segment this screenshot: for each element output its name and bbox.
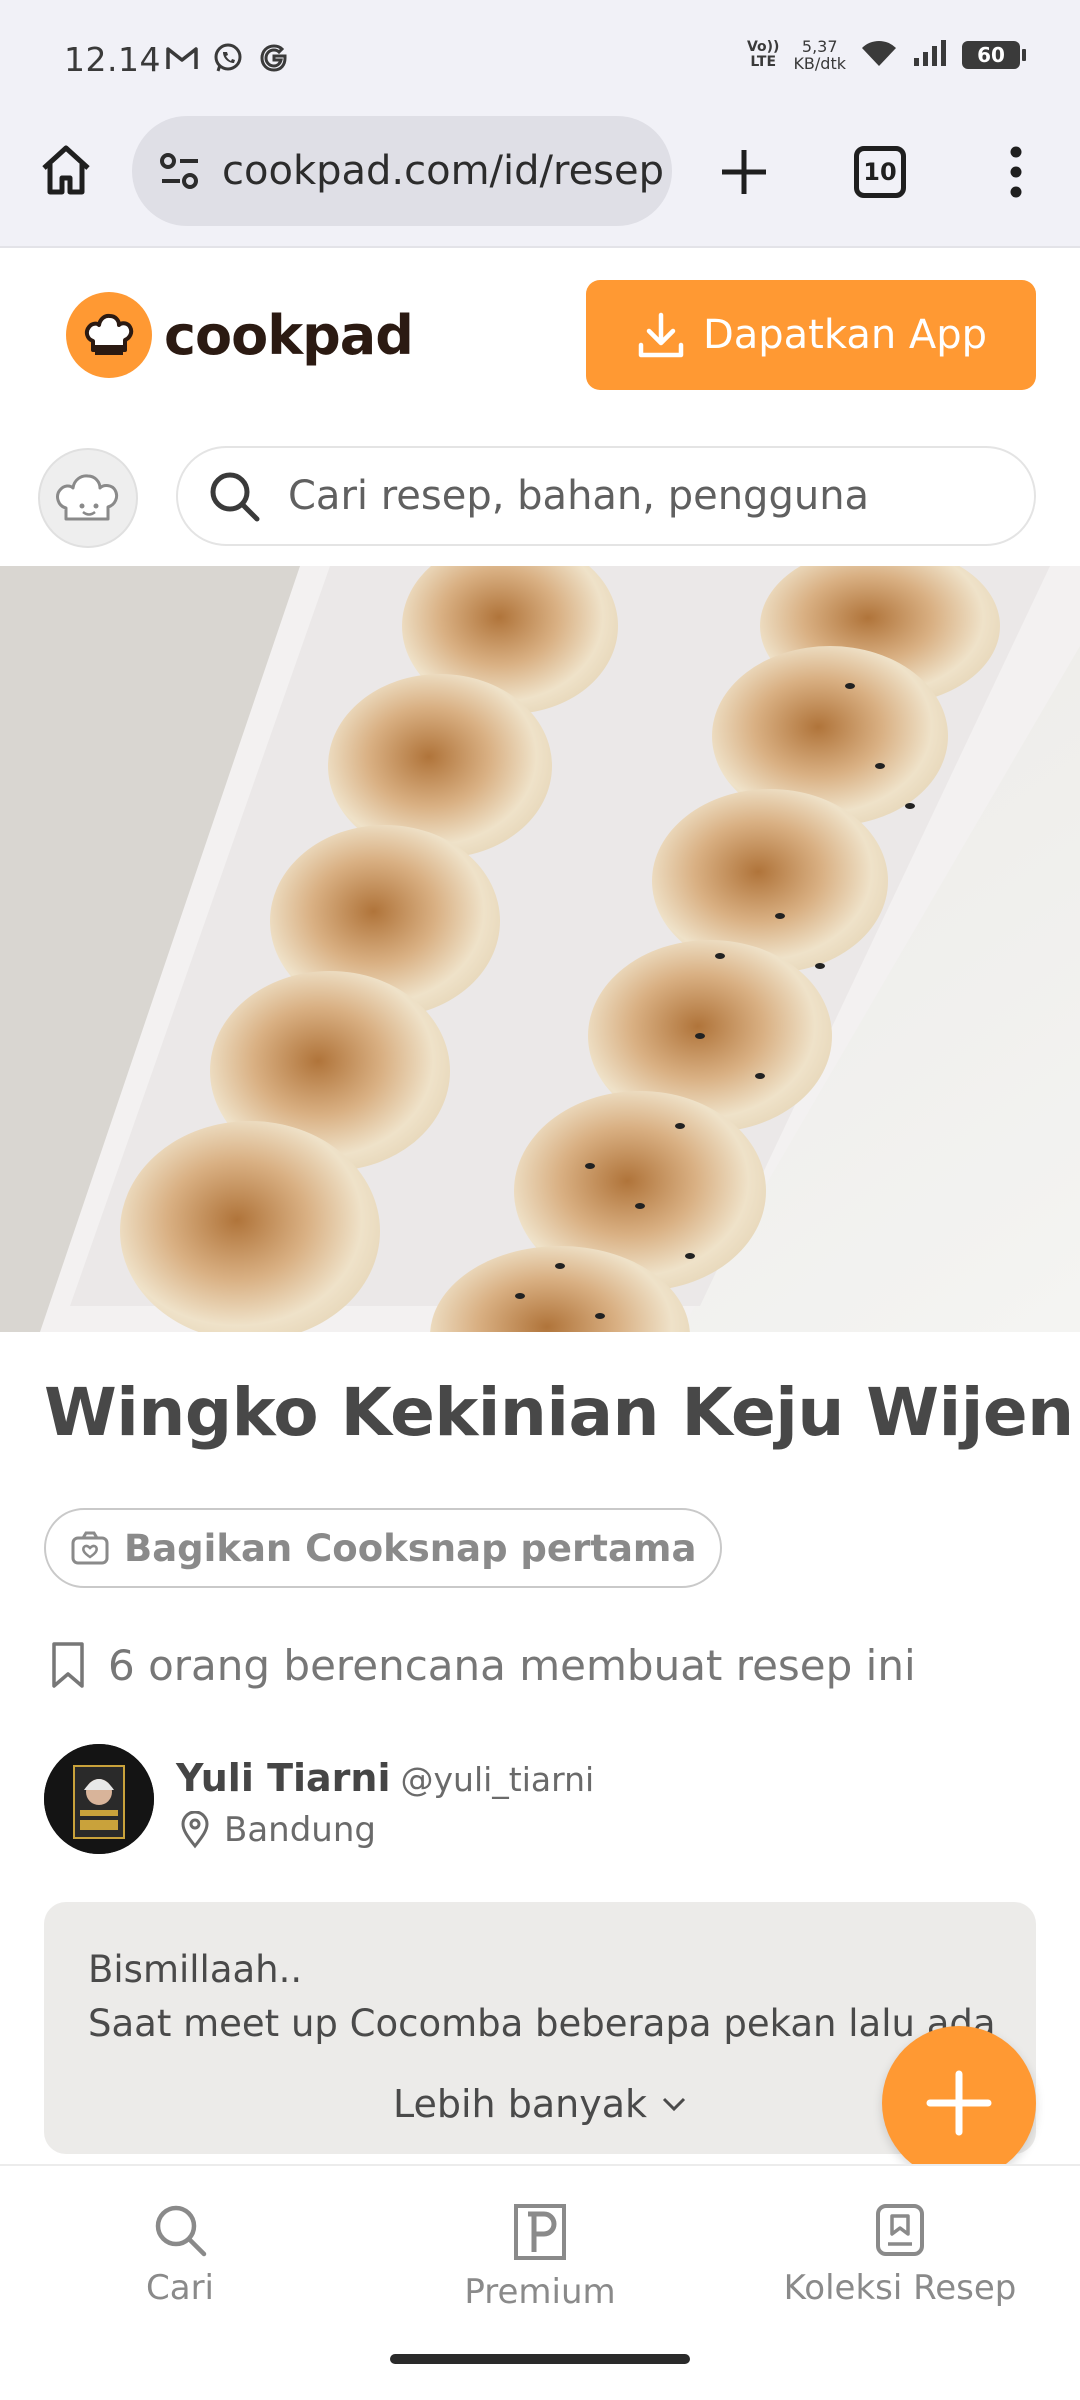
story-line-2: Saat meet up Cocomba beberapa pekan lalu… (88, 2002, 996, 2045)
story-line-1: Bismillaah.. (88, 1948, 303, 1991)
home-icon (42, 145, 90, 195)
whatsapp-icon (210, 40, 246, 76)
chef-avatar-icon (56, 474, 119, 521)
gmail-icon (164, 40, 200, 76)
site-header: cookpad Dapatkan App Cari resep, bahan, … (0, 250, 1080, 570)
volte-line1: Vo)) (746, 39, 780, 55)
user-avatar-button[interactable] (38, 448, 138, 548)
author-avatar[interactable] (44, 1744, 154, 1854)
author-name[interactable]: Yuli Tiarni (176, 1756, 391, 1800)
cooksnap-label: Bagikan Cooksnap pertama (124, 1526, 697, 1570)
chef-hat-icon (66, 292, 152, 378)
nav-item-search[interactable]: Cari (30, 2202, 330, 2308)
recipe-photo[interactable] (0, 566, 1080, 1332)
nav-item-collection[interactable]: Koleksi Resep (750, 2202, 1050, 2308)
collection-icon (876, 2204, 924, 2256)
address-bar[interactable]: cookpad.com/id/resep (132, 116, 672, 226)
camera-heart-icon (71, 1531, 109, 1565)
premium-icon (514, 2204, 566, 2260)
cookpad-logo[interactable]: cookpad (66, 292, 414, 378)
location-pin-icon (181, 1811, 209, 1849)
nav-label-premium: Premium (464, 2272, 616, 2312)
author-handle: @yuli_tiarni (400, 1760, 595, 1799)
system-status: Vo)) LTE 5,37 KB/dtk 60 (747, 38, 1026, 72)
search-placeholder: Cari resep, bahan, pengguna (288, 473, 870, 519)
recipe-search-field[interactable]: Cari resep, bahan, pengguna (176, 446, 1036, 546)
volte-line2: LTE (750, 54, 777, 70)
plus-icon (722, 150, 766, 194)
add-recipe-fab[interactable] (882, 2026, 1036, 2180)
net-speed-unit: KB/dtk (793, 54, 846, 73)
volte-indicator: Vo)) LTE (747, 40, 779, 70)
author-location-text: Bandung (224, 1810, 376, 1850)
net-speed-value: 5,37 (801, 37, 838, 56)
home-button[interactable] (36, 140, 96, 200)
recipe-title: Wingko Kekinian Keju Wijen (44, 1374, 1074, 1451)
tab-switcher-button[interactable]: 10 (854, 146, 906, 198)
plans-text: 6 orang berencana membuat resep ini (108, 1640, 916, 1690)
url-text[interactable]: cookpad.com/id/resep (222, 148, 664, 194)
download-icon (638, 312, 684, 358)
author-location: Bandung (180, 1810, 376, 1850)
more-vert-icon (1010, 146, 1022, 198)
gesture-home-indicator[interactable] (390, 2354, 690, 2364)
new-tab-button[interactable] (712, 140, 776, 204)
status-bar: 12.14 Vo)) LTE 5,37 KB/dtk 60 (0, 0, 1080, 120)
google-icon (256, 40, 292, 76)
bookmark-icon (52, 1642, 84, 1688)
share-cooksnap-button[interactable]: Bagikan Cooksnap pertama (44, 1508, 723, 1588)
get-app-button[interactable]: Dapatkan App (586, 280, 1036, 390)
browser-chrome: 12.14 Vo)) LTE 5,37 KB/dtk 60 cookpad.co… (0, 0, 1080, 248)
chevron-down-icon (662, 2097, 686, 2112)
author-name-line[interactable]: Yuli Tiarni @yuli_tiarni (176, 1756, 594, 1800)
signal-icon (912, 38, 948, 72)
notification-icons (164, 40, 292, 76)
nav-label-search: Cari (146, 2268, 214, 2308)
browser-menu-button[interactable] (996, 140, 1036, 204)
show-more-label: Lebih banyak (393, 2082, 647, 2126)
author-info[interactable]: Yuli Tiarni @yuli_tiarni Bandung (44, 1744, 1034, 1856)
bottom-navigation: Cari Premium Koleksi Resep (0, 2164, 1080, 2400)
status-time: 12.14 (64, 40, 161, 79)
get-app-label: Dapatkan App (702, 312, 988, 358)
nav-item-premium[interactable]: Premium (390, 2202, 690, 2312)
plus-icon (926, 2070, 992, 2136)
plans-count: 6 orang berencana membuat resep ini (48, 1640, 916, 1690)
nav-label-collection: Koleksi Resep (783, 2268, 1017, 2308)
search-icon (206, 468, 262, 524)
browser-toolbar: cookpad.com/id/resep 10 (0, 116, 1080, 226)
network-speed: 5,37 KB/dtk (793, 38, 846, 72)
site-settings-icon[interactable] (156, 147, 204, 195)
search-icon (155, 2205, 207, 2257)
battery-indicator: 60 (962, 41, 1026, 69)
logo-text: cookpad (164, 303, 414, 367)
wifi-icon (860, 38, 898, 72)
